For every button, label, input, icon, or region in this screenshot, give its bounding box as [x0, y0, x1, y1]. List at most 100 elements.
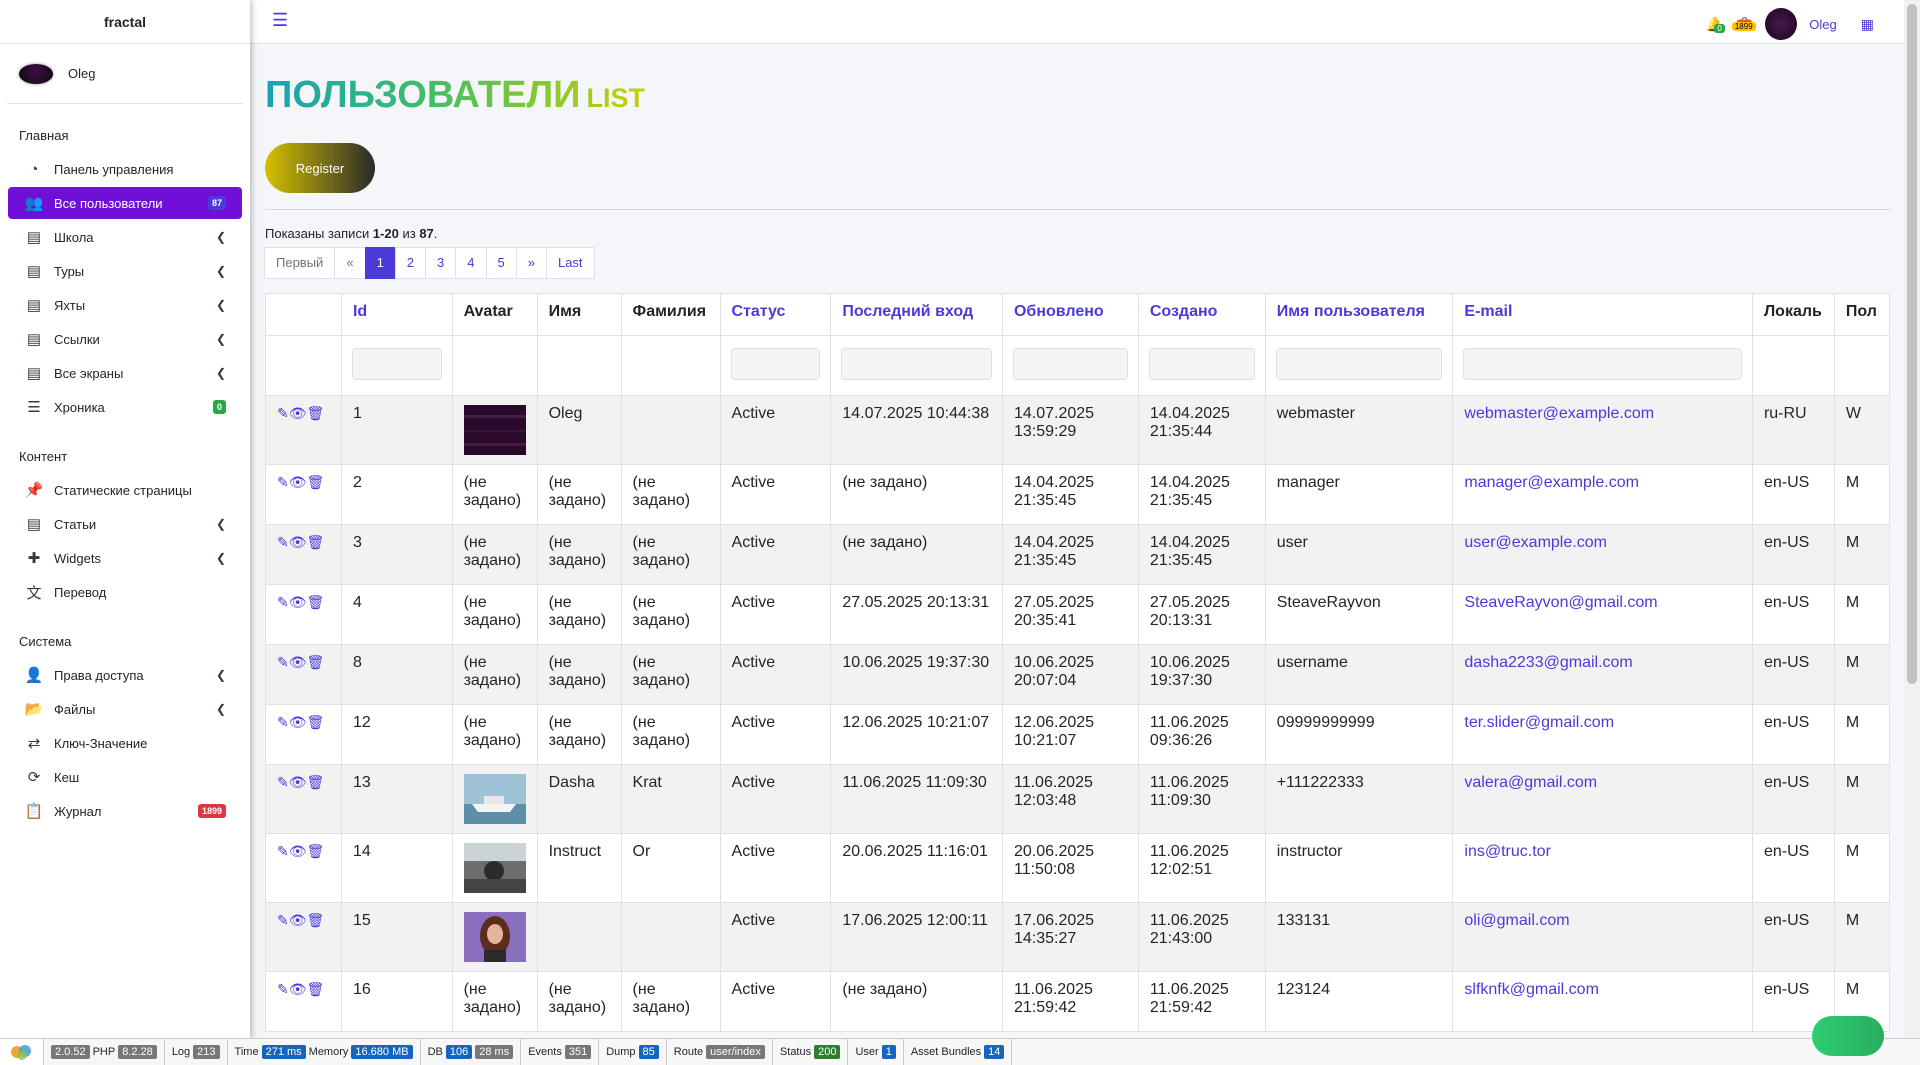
filter-id-input[interactable]	[352, 348, 442, 380]
pencil-icon[interactable]: ✎	[277, 474, 289, 490]
register-button[interactable]: Register	[265, 143, 375, 193]
page-prev[interactable]: «	[334, 247, 365, 279]
pencil-icon[interactable]: ✎	[277, 714, 289, 730]
email-link[interactable]: user@example.com	[1464, 534, 1607, 551]
eye-icon[interactable]: 👁	[289, 714, 307, 730]
filter-last-login-input[interactable]	[841, 348, 992, 380]
trash-icon[interactable]: 🗑	[307, 654, 325, 670]
email-link[interactable]: webmaster@example.com	[1464, 405, 1654, 422]
email-link[interactable]: valera@gmail.com	[1464, 774, 1597, 791]
debug-status[interactable]: Status200	[773, 1039, 849, 1065]
page-3[interactable]: 3	[425, 247, 456, 279]
inbox-icon[interactable]: 🧰1899	[1736, 16, 1753, 33]
user-avatar[interactable]	[19, 64, 53, 84]
filter-status-input[interactable]	[731, 348, 821, 380]
eye-icon[interactable]: 👁	[289, 912, 307, 928]
sidebar-item-screens[interactable]: ▤Все экраны❮	[8, 357, 242, 389]
email-link[interactable]: slfknfk@gmail.com	[1464, 981, 1599, 998]
sidebar-item-school[interactable]: ▤Школа❮	[8, 221, 242, 253]
pencil-icon[interactable]: ✎	[277, 843, 289, 859]
eye-icon[interactable]: 👁	[289, 405, 307, 421]
header-user-name[interactable]: Oleg	[1809, 17, 1836, 32]
eye-icon[interactable]: 👁	[289, 594, 307, 610]
filter-username-input[interactable]	[1276, 348, 1443, 380]
trash-icon[interactable]: 🗑	[307, 981, 325, 997]
trash-icon[interactable]: 🗑	[307, 534, 325, 550]
filter-created-input[interactable]	[1149, 348, 1255, 380]
col-updated[interactable]: Обновлено	[1002, 294, 1138, 336]
page-last[interactable]: Last	[546, 247, 595, 279]
pencil-icon[interactable]: ✎	[277, 594, 289, 610]
col-username[interactable]: Имя пользователя	[1265, 294, 1453, 336]
trash-icon[interactable]: 🗑	[307, 474, 325, 490]
page-4[interactable]: 4	[455, 247, 486, 279]
email-link[interactable]: SteaveRayvon@gmail.com	[1464, 594, 1657, 611]
pencil-icon[interactable]: ✎	[277, 534, 289, 550]
floating-action-button[interactable]	[1812, 1016, 1884, 1056]
grid-icon[interactable]: ▦	[1861, 16, 1874, 33]
pencil-icon[interactable]: ✎	[277, 981, 289, 997]
pencil-icon[interactable]: ✎	[277, 774, 289, 790]
email-link[interactable]: oli@gmail.com	[1464, 912, 1569, 929]
sidebar-item-access[interactable]: 👤Права доступа❮	[8, 659, 242, 691]
debug-log[interactable]: Log213	[165, 1039, 228, 1065]
scrollbar-thumb[interactable]	[1907, 4, 1917, 684]
trash-icon[interactable]: 🗑	[307, 594, 325, 610]
debug-time[interactable]: Time271 msMemory16.680 MB	[228, 1039, 421, 1065]
page-2[interactable]: 2	[395, 247, 426, 279]
sidebar-item-users[interactable]: 👥Все пользователи87	[8, 187, 242, 219]
sidebar-item-translate[interactable]: 文Перевод	[8, 576, 242, 608]
page-1[interactable]: 1	[365, 247, 396, 279]
trash-icon[interactable]: 🗑	[307, 405, 325, 421]
trash-icon[interactable]: 🗑	[307, 843, 325, 859]
pencil-icon[interactable]: ✎	[277, 912, 289, 928]
col-id[interactable]: Id	[341, 294, 452, 336]
scrollbar[interactable]	[1904, 0, 1920, 1038]
debug-events[interactable]: Events351	[521, 1039, 599, 1065]
sidebar-item-files[interactable]: 📂Файлы❮	[8, 693, 242, 725]
eye-icon[interactable]: 👁	[289, 534, 307, 550]
email-link[interactable]: ter.slider@gmail.com	[1464, 714, 1614, 731]
trash-icon[interactable]: 🗑	[307, 714, 325, 730]
sidebar-item-tours[interactable]: ▤Туры❮	[8, 255, 242, 287]
sidebar-item-static-pages[interactable]: 📌Статические страницы	[8, 474, 242, 506]
user-name[interactable]: Oleg	[68, 66, 95, 81]
col-last-login[interactable]: Последний вход	[831, 294, 1003, 336]
debug-db[interactable]: DB10628 ms	[421, 1039, 522, 1065]
user-panel[interactable]: Oleg	[7, 44, 243, 104]
page-5[interactable]: 5	[486, 247, 517, 279]
sidebar-item-articles[interactable]: ▤Статьи❮	[8, 508, 242, 540]
sidebar-item-key-value[interactable]: ⇄Ключ-Значение	[8, 727, 242, 759]
eye-icon[interactable]: 👁	[289, 981, 307, 997]
sidebar-item-widgets[interactable]: ✚Widgets❮	[8, 542, 242, 574]
trash-icon[interactable]: 🗑	[307, 774, 325, 790]
filter-email-input[interactable]	[1463, 348, 1742, 380]
debug-version[interactable]: 2.0.52PHP8.2.28	[44, 1039, 165, 1065]
col-email[interactable]: E-mail	[1453, 294, 1753, 336]
debug-dump[interactable]: Dump85	[599, 1039, 667, 1065]
eye-icon[interactable]: 👁	[289, 474, 307, 490]
pencil-icon[interactable]: ✎	[277, 405, 289, 421]
sidebar-item-cache[interactable]: ⟳Кеш	[8, 761, 242, 793]
sidebar-item-yachts[interactable]: ▤Яхты❮	[8, 289, 242, 321]
trash-icon[interactable]: 🗑	[307, 912, 325, 928]
page-first[interactable]: Первый	[264, 247, 335, 279]
email-link[interactable]: ins@truc.tor	[1464, 843, 1550, 860]
email-link[interactable]: dasha2233@gmail.com	[1464, 654, 1632, 671]
eye-icon[interactable]: 👁	[289, 843, 307, 859]
eye-icon[interactable]: 👁	[289, 654, 307, 670]
col-status[interactable]: Статус	[720, 294, 831, 336]
eye-icon[interactable]: 👁	[289, 774, 307, 790]
col-created[interactable]: Создано	[1138, 294, 1265, 336]
debug-user[interactable]: User1	[848, 1039, 903, 1065]
sidebar-item-dashboard[interactable]: ◔Панель управления	[8, 153, 242, 185]
header-avatar[interactable]	[1765, 8, 1797, 40]
debug-route[interactable]: Routeuser/index	[667, 1039, 773, 1065]
yii-logo-icon[interactable]	[0, 1039, 44, 1065]
email-link[interactable]: manager@example.com	[1464, 474, 1639, 491]
sidebar-item-journal[interactable]: 📋Журнал1899	[8, 795, 242, 827]
filter-updated-input[interactable]	[1013, 348, 1128, 380]
hamburger-icon[interactable]: ☰	[272, 10, 288, 31]
pencil-icon[interactable]: ✎	[277, 654, 289, 670]
debug-asset-bundles[interactable]: Asset Bundles14	[904, 1039, 1013, 1065]
